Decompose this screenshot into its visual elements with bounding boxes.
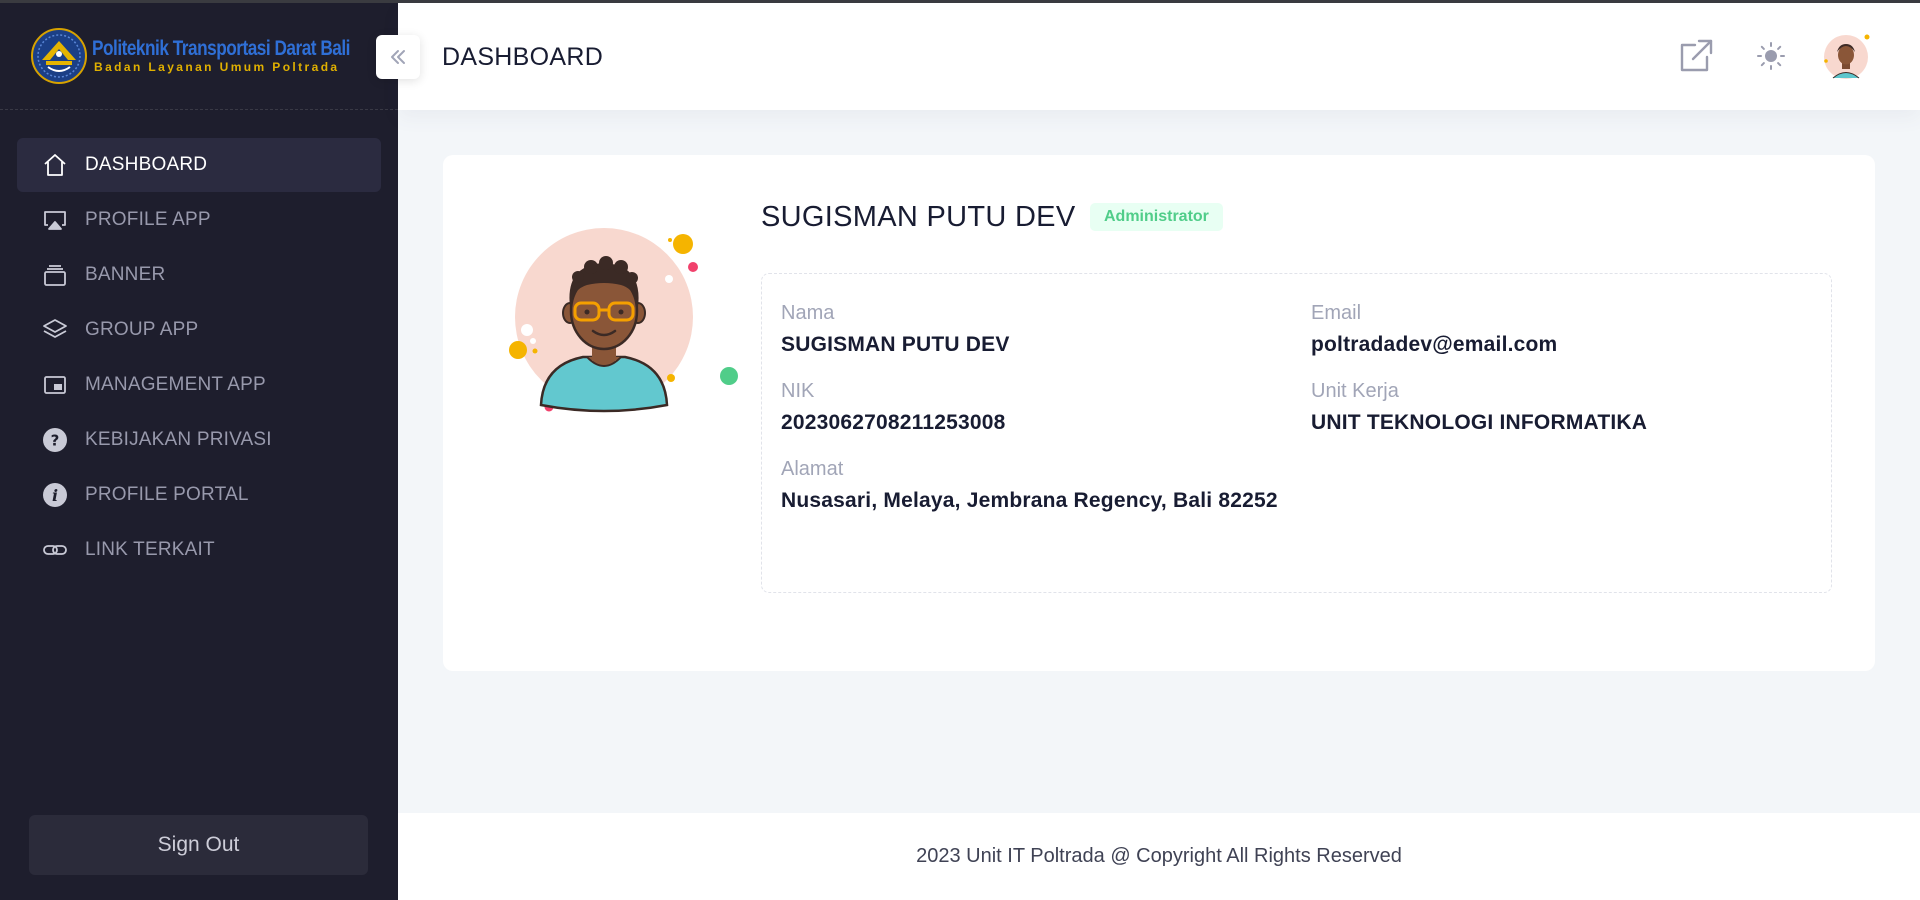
external-link-icon xyxy=(1680,39,1713,72)
profile-avatar-illustration xyxy=(503,215,743,435)
sidebar-item-label: PROFILE APP xyxy=(85,209,211,230)
role-badge: Administrator xyxy=(1090,203,1223,231)
picture-in-picture-icon xyxy=(41,371,69,399)
sidebar-item-dashboard[interactable]: DASHBOARD xyxy=(17,138,381,192)
sidebar-item-management-app[interactable]: MANAGEMENT APP xyxy=(17,358,381,412)
field-value: UNIT TEKNOLOGI INFORMATIKA xyxy=(1311,411,1648,434)
sidebar-toggle-button[interactable] xyxy=(376,35,420,79)
brand[interactable]: Politeknik Transportasi Darat Bali Badan… xyxy=(0,3,398,110)
field-nama: Nama SUGISMAN PUTU DEV xyxy=(781,302,1010,357)
field-label: Nama xyxy=(781,302,835,324)
user-name: SUGISMAN PUTU DEV xyxy=(761,201,1076,233)
field-label: Email xyxy=(1311,302,1362,324)
footer: 2023 Unit IT Poltrada @ Copyright All Ri… xyxy=(398,813,1920,900)
field-label: NIK xyxy=(781,380,815,402)
user-avatar[interactable] xyxy=(1822,31,1874,83)
header: DASHBOARD xyxy=(376,3,1920,110)
field-alamat: Alamat Nusasari, Melaya, Jembrana Regenc… xyxy=(781,458,1278,513)
stack-icon xyxy=(41,261,69,289)
field-value: Nusasari, Melaya, Jembrana Regency, Bali… xyxy=(781,489,1278,512)
field-nik: NIK 2023062708211253008 xyxy=(781,380,1006,435)
field-email: Email poltradadev@email.com xyxy=(1311,302,1557,357)
svg-text:?: ? xyxy=(51,432,60,450)
window-top-border xyxy=(0,0,1920,3)
sidebar-menu: DASHBOARD PROFILE APP BANNER GROUP APP M… xyxy=(0,110,398,577)
profile-details: Nama SUGISMAN PUTU DEV Email poltradadev… xyxy=(761,273,1832,593)
airplay-icon xyxy=(41,206,69,234)
sidebar-item-profile-app[interactable]: PROFILE APP xyxy=(17,193,381,247)
chevron-double-left-icon xyxy=(391,50,405,64)
brand-subtitle: Badan Layanan Umum Poltrada xyxy=(94,60,340,74)
field-value: SUGISMAN PUTU DEV xyxy=(781,333,1010,356)
brand-title: Politeknik Transportasi Darat Bali xyxy=(92,37,350,60)
sidebar-item-label: DASHBOARD xyxy=(85,154,208,175)
external-link-button[interactable] xyxy=(1673,33,1719,79)
sidebar-item-banner[interactable]: BANNER xyxy=(17,248,381,302)
sidebar-item-profile-portal[interactable]: i PROFILE PORTAL xyxy=(17,468,381,522)
field-unit-kerja: Unit Kerja UNIT TEKNOLOGI INFORMATIKA xyxy=(1311,380,1647,435)
copyright-text: 2023 Unit IT Poltrada @ Copyright All Ri… xyxy=(916,845,1402,867)
sidebar-item-group-app[interactable]: GROUP APP xyxy=(17,303,381,357)
svg-text:i: i xyxy=(52,486,58,505)
field-label: Unit Kerja xyxy=(1311,380,1399,402)
sidebar-item-label: GROUP APP xyxy=(85,319,199,340)
field-value: 2023062708211253008 xyxy=(781,411,1006,434)
home-icon xyxy=(41,151,69,179)
profile-card: SUGISMAN PUTU DEV Administrator Nama SUG… xyxy=(443,155,1875,671)
link-icon xyxy=(41,536,69,564)
sidebar-item-label: BANNER xyxy=(85,264,166,285)
info-circle-icon: i xyxy=(41,481,69,509)
sign-out-button[interactable]: Sign Out xyxy=(29,815,368,875)
sun-icon xyxy=(1757,42,1785,70)
sidebar-item-label: PROFILE PORTAL xyxy=(85,484,249,505)
sidebar-item-label: MANAGEMENT APP xyxy=(85,374,266,395)
question-circle-icon: ? xyxy=(41,426,69,454)
page-title: DASHBOARD xyxy=(442,43,604,71)
poltrada-logo-icon xyxy=(31,28,87,84)
sidebar-item-label: LINK TERKAIT xyxy=(85,539,215,560)
field-value: poltradadev@email.com xyxy=(1311,333,1558,356)
sidebar: Politeknik Transportasi Darat Bali Badan… xyxy=(0,3,398,900)
field-label: Alamat xyxy=(781,458,844,480)
layers-icon xyxy=(41,316,69,344)
theme-toggle-button[interactable] xyxy=(1748,33,1794,79)
sidebar-item-label: KEBIJAKAN PRIVASI xyxy=(85,429,272,450)
sidebar-item-kebijakan-privasi[interactable]: ? KEBIJAKAN PRIVASI xyxy=(17,413,381,467)
sidebar-item-link-terkait[interactable]: LINK TERKAIT xyxy=(17,523,381,577)
